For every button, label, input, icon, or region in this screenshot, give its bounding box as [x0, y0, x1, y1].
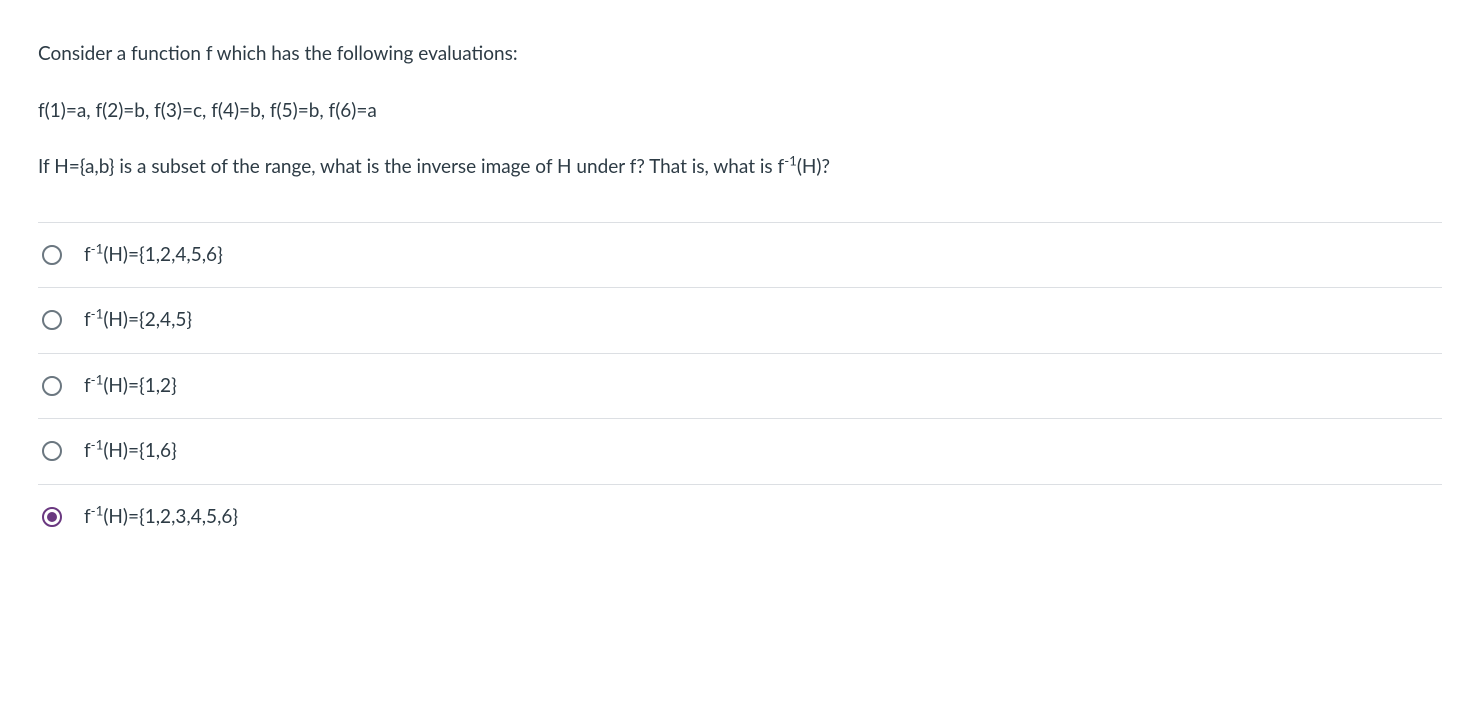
answer-option-4[interactable]: f-1(H)={1,2,3,4,5,6}: [38, 484, 1442, 550]
question-line-1: Consider a function f which has the foll…: [38, 40, 1442, 69]
answer-label: f-1(H)={2,4,5}: [84, 306, 192, 335]
question-stem: Consider a function f which has the foll…: [38, 40, 1442, 182]
radio-icon: [42, 441, 62, 461]
answer-option-2[interactable]: f-1(H)={1,2}: [38, 353, 1442, 419]
answer-label: f-1(H)={1,2,4,5,6}: [84, 241, 223, 270]
answer-option-1[interactable]: f-1(H)={2,4,5}: [38, 287, 1442, 353]
radio-icon: [42, 507, 62, 527]
radio-icon: [42, 376, 62, 396]
question-line-3: If H={a,b} is a subset of the range, wha…: [38, 153, 1442, 182]
answer-label: f-1(H)={1,6}: [84, 437, 177, 466]
radio-icon: [42, 245, 62, 265]
answer-label: f-1(H)={1,2,3,4,5,6}: [84, 503, 238, 532]
answer-label: f-1(H)={1,2}: [84, 372, 177, 401]
answer-list: f-1(H)={1,2,4,5,6} f-1(H)={2,4,5} f-1(H)…: [38, 222, 1442, 550]
answer-option-0[interactable]: f-1(H)={1,2,4,5,6}: [38, 222, 1442, 288]
radio-icon: [42, 310, 62, 330]
question-line-2: f(1)=a, f(2)=b, f(3)=c, f(4)=b, f(5)=b, …: [38, 97, 1442, 126]
answer-option-3[interactable]: f-1(H)={1,6}: [38, 418, 1442, 484]
